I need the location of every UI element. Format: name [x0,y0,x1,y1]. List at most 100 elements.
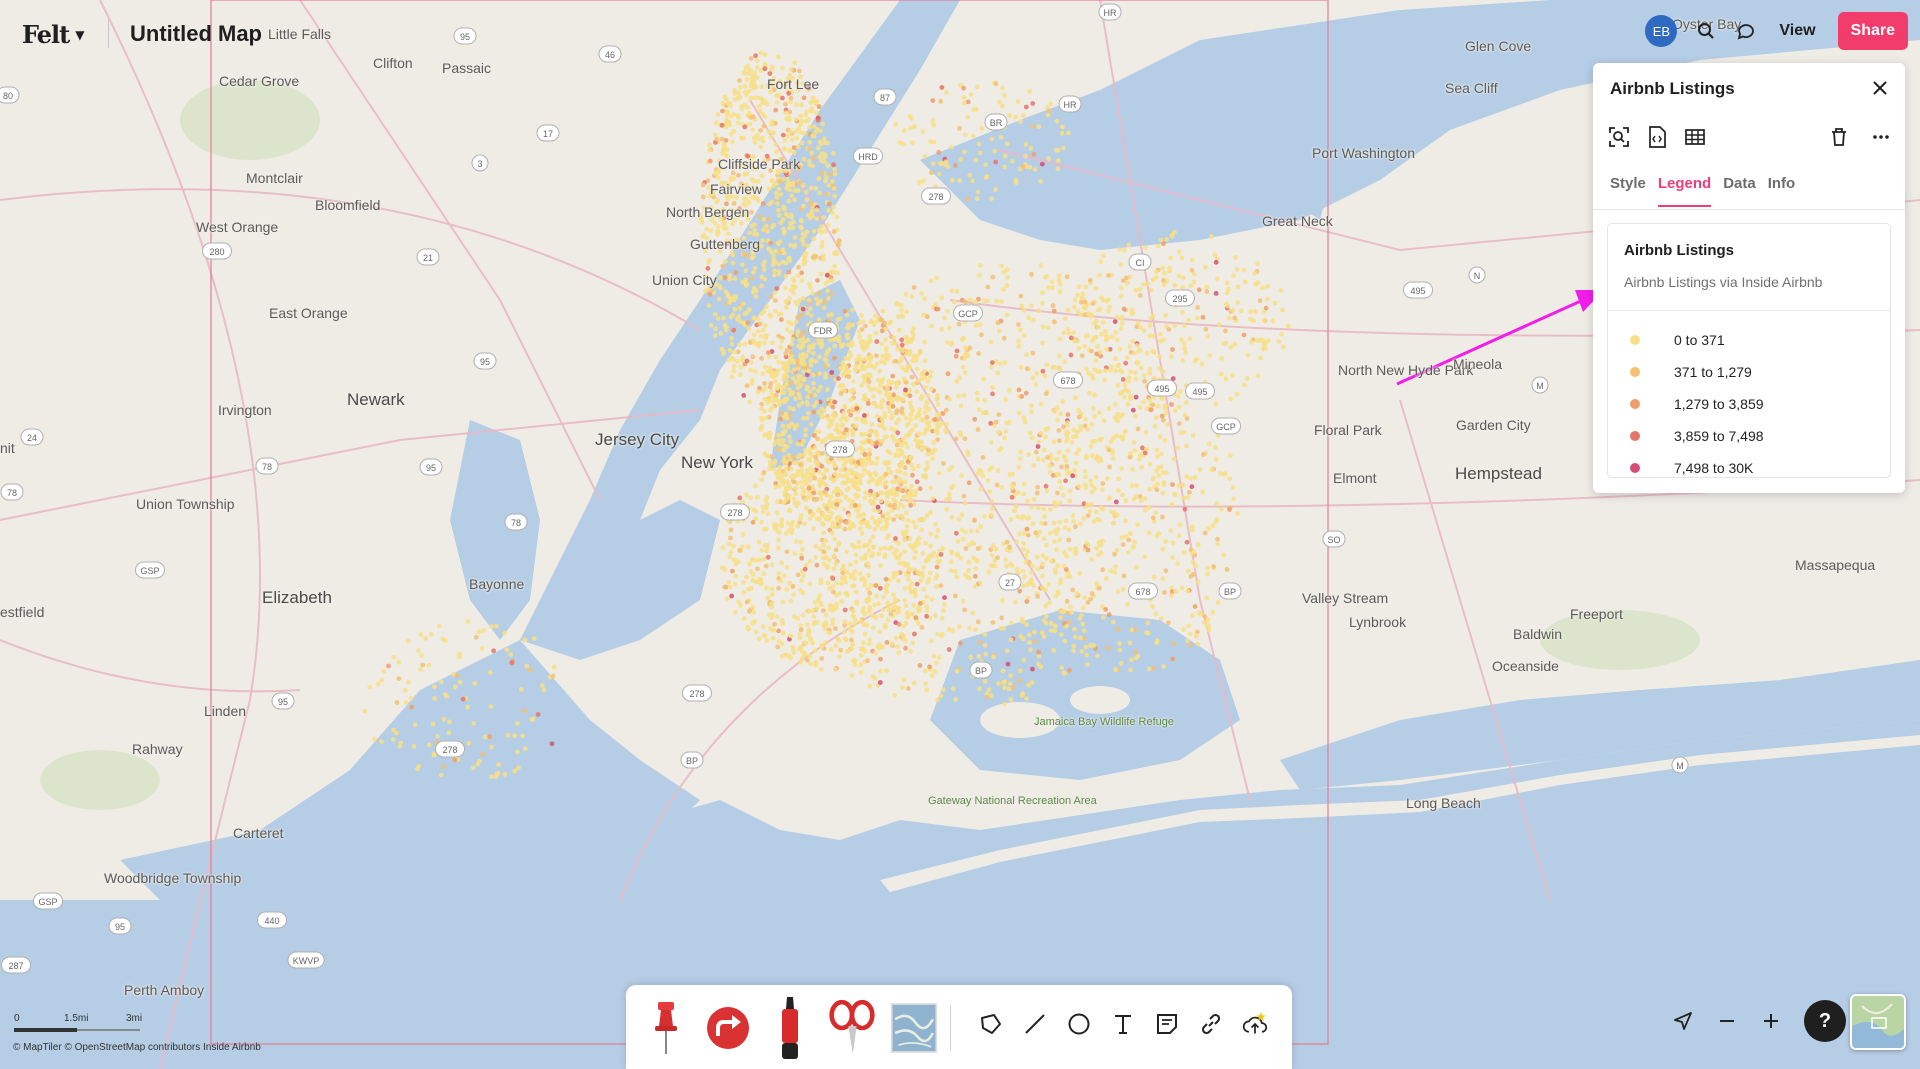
listing-point[interactable] [939,85,945,90]
listing-point[interactable] [935,402,941,407]
listing-point[interactable] [1001,335,1007,341]
listing-point[interactable] [1097,437,1103,443]
listing-point[interactable] [1261,317,1267,323]
listing-point[interactable] [952,569,958,574]
listing-point[interactable] [834,580,839,586]
listing-point[interactable] [858,652,864,658]
listing-point[interactable] [768,134,774,140]
listing-point[interactable] [967,345,973,351]
listing-point[interactable] [914,479,920,485]
listing-point[interactable] [719,122,725,128]
listing-point[interactable] [887,515,892,521]
listing-point[interactable] [1000,85,1005,91]
listing-point[interactable] [803,250,809,256]
listing-point[interactable] [835,242,841,248]
listing-point[interactable] [823,612,829,618]
listing-point[interactable] [1061,563,1067,569]
listing-point[interactable] [1224,290,1230,296]
listing-point[interactable] [756,636,762,642]
listing-point[interactable] [1203,265,1208,270]
listing-point[interactable] [1162,438,1168,443]
listing-point[interactable] [842,526,848,532]
listing-point[interactable] [1135,360,1141,366]
listing-point[interactable] [549,741,555,747]
listing-point[interactable] [878,546,883,552]
listing-point[interactable] [817,469,822,475]
listing-point[interactable] [776,628,781,634]
listing-point[interactable] [950,628,956,633]
listing-point[interactable] [1122,429,1128,435]
listing-point[interactable] [916,463,921,469]
listing-point[interactable] [844,549,850,555]
listing-point[interactable] [508,652,514,657]
listing-point[interactable] [527,667,533,673]
listing-point[interactable] [929,638,934,644]
listing-point[interactable] [810,95,816,101]
listing-point[interactable] [1093,474,1099,480]
listing-point[interactable] [913,492,918,498]
listing-point[interactable] [1133,394,1139,400]
listing-point[interactable] [867,590,873,596]
listing-point[interactable] [1019,693,1025,698]
listing-point[interactable] [924,687,930,693]
listing-point[interactable] [1107,495,1113,501]
trash-icon[interactable] [1827,125,1851,149]
listing-point[interactable] [1112,319,1118,324]
listing-point[interactable] [1159,396,1165,401]
listing-point[interactable] [928,139,933,144]
listing-point[interactable] [1085,427,1090,432]
listing-point[interactable] [889,415,894,421]
listing-point[interactable] [1064,553,1070,559]
listing-point[interactable] [867,538,873,544]
listing-point[interactable] [869,515,875,521]
listing-point[interactable] [870,534,876,540]
listing-point[interactable] [907,387,913,393]
listing-point[interactable] [854,485,859,490]
listing-point[interactable] [999,263,1005,269]
listing-point[interactable] [872,602,877,608]
listing-point[interactable] [1127,344,1133,349]
listing-point[interactable] [746,110,752,116]
listing-point[interactable] [950,686,956,691]
listing-point[interactable] [913,423,919,428]
listing-point[interactable] [1147,366,1153,372]
listing-point[interactable] [722,275,728,281]
listing-point[interactable] [899,451,905,457]
listing-point[interactable] [362,708,368,714]
listing-point[interactable] [905,563,911,569]
listing-point[interactable] [723,225,729,231]
listing-point[interactable] [1048,621,1054,627]
listing-point[interactable] [894,420,899,426]
listing-point[interactable] [804,229,810,235]
listing-point[interactable] [765,217,771,222]
listing-point[interactable] [1075,292,1080,298]
listing-point[interactable] [784,415,790,421]
listing-point[interactable] [856,544,862,550]
listing-point[interactable] [814,496,820,502]
listing-point[interactable] [895,430,901,436]
listing-point[interactable] [1021,657,1027,663]
listing-point[interactable] [1053,593,1059,599]
listing-point[interactable] [879,613,884,619]
listing-point[interactable] [973,566,979,571]
listing-point[interactable] [1170,347,1175,352]
listing-point[interactable] [835,492,841,498]
listing-point[interactable] [790,336,795,342]
listing-point[interactable] [1134,564,1139,570]
listing-point[interactable] [1068,335,1074,341]
listing-point[interactable] [1057,289,1063,295]
listing-point[interactable] [1073,546,1079,551]
listing-point[interactable] [1190,613,1195,618]
listing-point[interactable] [1076,484,1082,489]
listing-point[interactable] [1057,500,1063,506]
listing-point[interactable] [742,616,747,621]
listing-point[interactable] [1212,252,1218,258]
listing-point[interactable] [741,590,747,595]
listing-point[interactable] [1055,589,1061,595]
listing-point[interactable] [396,659,402,665]
listing-point[interactable] [814,461,819,466]
listing-point[interactable] [962,572,968,577]
listing-point[interactable] [1142,496,1148,501]
listing-point[interactable] [761,327,766,333]
listing-point[interactable] [1029,271,1034,277]
